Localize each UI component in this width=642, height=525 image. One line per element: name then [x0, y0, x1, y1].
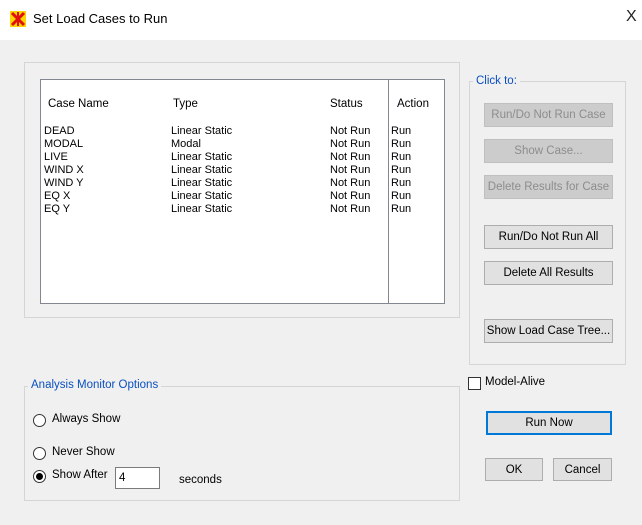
- header-action: Action: [397, 98, 429, 110]
- cell-type: Linear Static: [171, 151, 233, 163]
- cell-case-name: LIVE: [44, 151, 68, 163]
- header-type: Type: [173, 98, 198, 110]
- cell-status: Not Run: [330, 138, 371, 150]
- sap2000-app-icon: [10, 11, 26, 27]
- cell-type: Linear Static: [171, 164, 233, 176]
- run-do-not-run-all-button[interactable]: Run/Do Not Run All: [484, 225, 613, 249]
- window-title: Set Load Cases to Run: [33, 11, 168, 26]
- cell-action: Run: [391, 125, 412, 137]
- cell-type: Linear Static: [171, 177, 233, 189]
- cell-case-name: EQ Y: [44, 203, 71, 215]
- cell-type: Linear Static: [171, 190, 233, 202]
- show-after-radio[interactable]: [33, 470, 46, 483]
- show-after-label: Show After: [52, 469, 108, 481]
- run-now-button[interactable]: Run Now: [486, 411, 612, 435]
- model-alive-label: Model-Alive: [485, 376, 546, 388]
- cell-action: Run: [391, 164, 412, 176]
- cell-case-name: WIND X: [44, 164, 84, 176]
- seconds-label: seconds: [179, 474, 222, 486]
- cell-action: Run: [391, 203, 412, 215]
- show-after-seconds-input[interactable]: [115, 467, 160, 489]
- cell-type: Linear Static: [171, 203, 233, 215]
- model-alive-checkbox[interactable]: [468, 377, 481, 390]
- analysis-monitor-group: [24, 386, 460, 501]
- cell-status: Not Run: [330, 125, 371, 137]
- always-show-label: Always Show: [52, 413, 121, 425]
- cancel-button[interactable]: Cancel: [553, 458, 612, 481]
- always-show-radio[interactable]: [33, 414, 46, 427]
- cell-type: Linear Static: [171, 125, 233, 137]
- analysis-monitor-legend: Analysis Monitor Options: [28, 379, 162, 391]
- show-case-button[interactable]: Show Case...: [484, 139, 613, 163]
- header-case-name: Case Name: [48, 98, 109, 110]
- title-bar: Set Load Cases to Run X: [0, 0, 642, 40]
- cell-action: Run: [391, 151, 412, 163]
- cell-action: Run: [391, 138, 412, 150]
- cell-status: Not Run: [330, 164, 371, 176]
- cell-case-name: DEAD: [44, 125, 75, 137]
- load-cases-list[interactable]: Case Name Type Status Action DEAD Linear…: [40, 79, 445, 304]
- list-column-divider: [388, 80, 389, 303]
- never-show-radio[interactable]: [33, 447, 46, 460]
- cell-status: Not Run: [330, 203, 371, 215]
- ok-button[interactable]: OK: [485, 458, 543, 481]
- cell-type: Modal: [171, 138, 201, 150]
- never-show-label: Never Show: [52, 446, 115, 458]
- run-do-not-run-case-button[interactable]: Run/Do Not Run Case: [484, 103, 613, 127]
- close-icon[interactable]: X: [626, 8, 637, 26]
- cell-case-name: MODAL: [44, 138, 84, 150]
- show-load-case-tree-button[interactable]: Show Load Case Tree...: [484, 319, 613, 343]
- cell-action: Run: [391, 190, 412, 202]
- cell-status: Not Run: [330, 151, 371, 163]
- click-to-legend: Click to:: [473, 75, 520, 87]
- cell-action: Run: [391, 177, 412, 189]
- delete-all-results-button[interactable]: Delete All Results: [484, 261, 613, 285]
- header-status: Status: [330, 98, 363, 110]
- cell-case-name: WIND Y: [44, 177, 84, 189]
- cell-status: Not Run: [330, 177, 371, 189]
- cell-case-name: EQ X: [44, 190, 71, 202]
- delete-results-for-case-button[interactable]: Delete Results for Case: [484, 175, 613, 199]
- cell-status: Not Run: [330, 190, 371, 202]
